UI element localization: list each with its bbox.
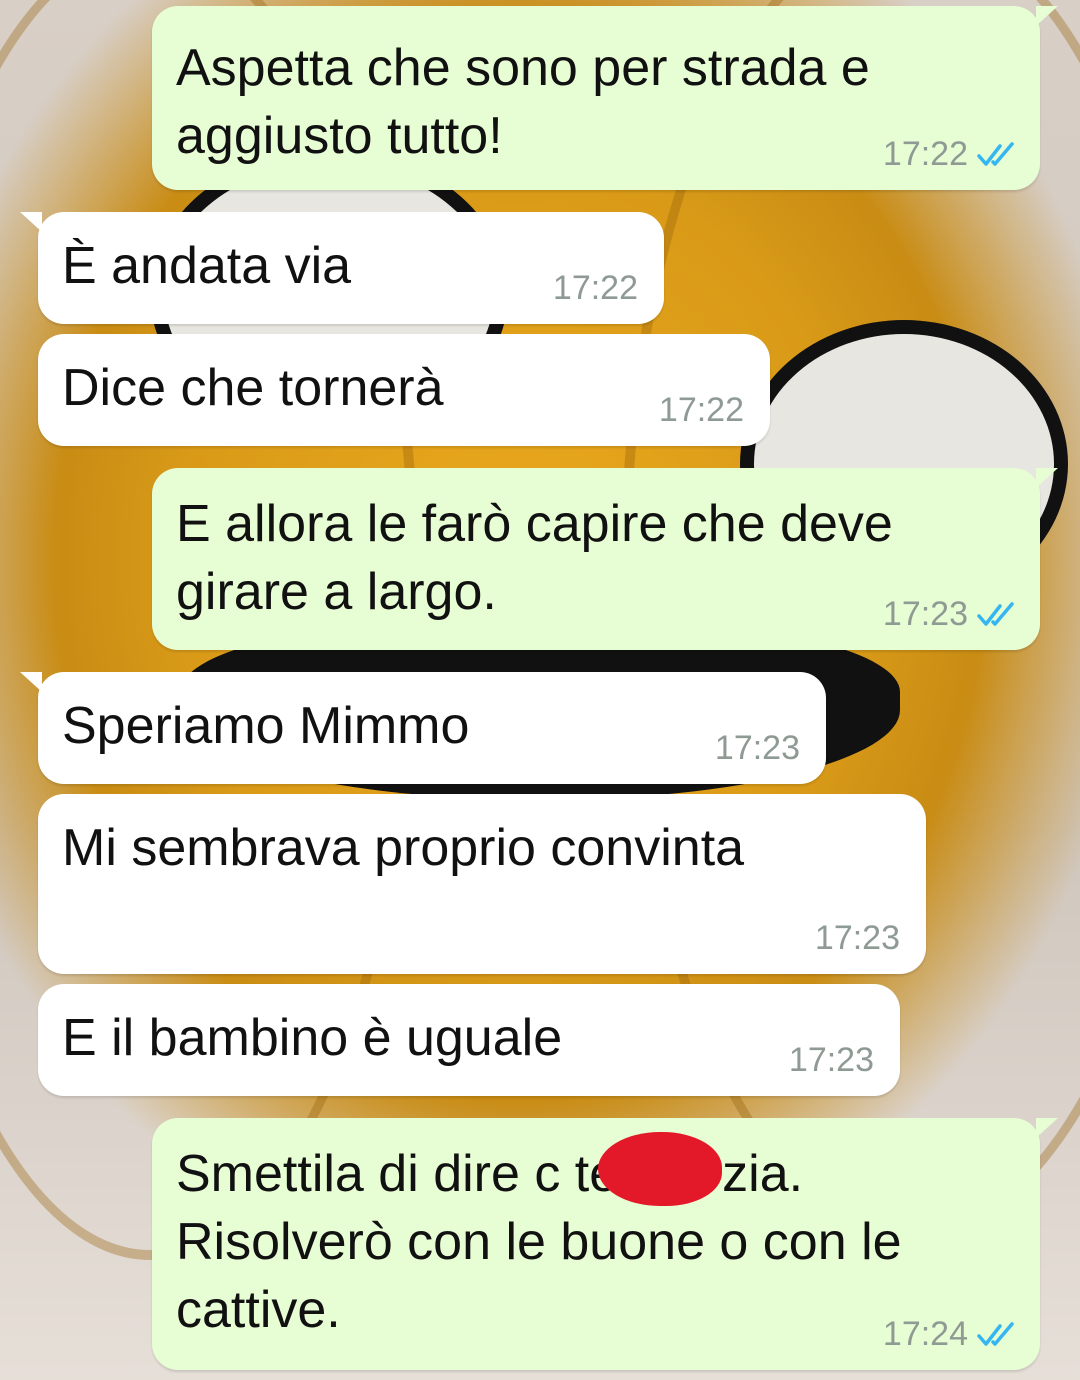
message-bubble-incoming[interactable]: Speriamo Mimmo 17:23 [20,672,826,784]
message-time: 17:23 [882,595,968,633]
redaction-mark [598,1132,722,1206]
message-meta: 17:22 [553,269,638,308]
message-time: 17:23 [788,1041,874,1079]
message-bubble-outgoing[interactable]: Smettila di dire c te Marzia. Risolverò … [152,1118,1058,1370]
message-meta: 17:23 [883,595,1018,634]
double-check-blue-icon [977,141,1014,166]
message-time: 17:22 [882,135,968,173]
message-text: Smettila di dire c te Marzia. Risolverò … [176,1145,902,1339]
message-text: Mi sembrava proprio convinta [62,819,745,877]
message-bubble-outgoing[interactable]: E allora le farò capire che deve girare … [152,468,1058,650]
message-time: 17:23 [714,729,800,767]
message-text: E il bambino è uguale [62,1009,563,1067]
message-bubble-outgoing[interactable]: Aspetta che sono per strada e aggiusto t… [152,6,1058,190]
message-text: Speriamo Mimmo [62,697,470,755]
message-text: Aspetta che sono per strada e aggiusto t… [176,39,870,165]
double-check-blue-icon [977,1321,1014,1346]
message-bubble-incoming[interactable]: Mi sembrava proprio convinta 17:23 [38,794,926,974]
message-bubble-incoming[interactable]: Dice che tornerà 17:22 [38,334,770,446]
message-bubble-incoming[interactable]: È andata via 17:22 [20,212,664,324]
message-text: E allora le farò capire che deve girare … [176,495,893,621]
message-time: 17:22 [552,269,638,307]
message-bubble-incoming[interactable]: E il bambino è uguale 17:23 [38,984,900,1096]
double-check-blue-icon [977,601,1014,626]
message-meta: 17:22 [659,391,744,430]
message-text: È andata via [62,237,352,295]
message-meta: 17:23 [789,1041,874,1080]
message-meta: 17:22 [883,135,1018,174]
message-meta: 17:23 [715,729,800,768]
message-time: 17:24 [882,1315,968,1353]
message-time: 17:22 [658,391,744,429]
message-text: Dice che tornerà [62,359,444,417]
message-time: 17:23 [814,919,900,957]
message-meta: 17:23 [815,919,900,958]
message-meta: 17:24 [883,1315,1018,1354]
